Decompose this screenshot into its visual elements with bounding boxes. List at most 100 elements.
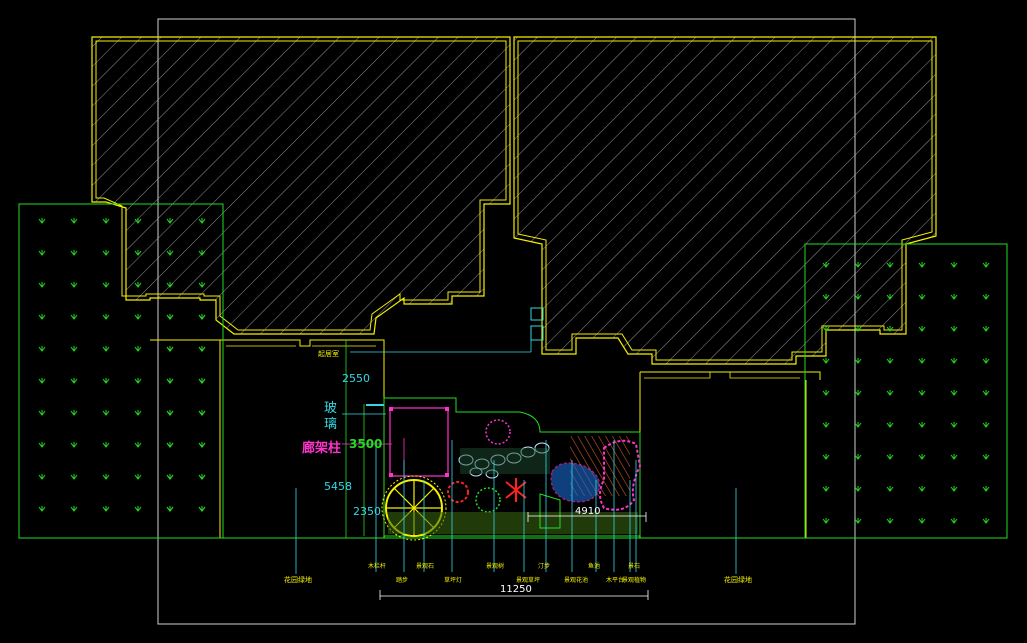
grass-symbol bbox=[134, 442, 142, 448]
grass-symbol bbox=[854, 454, 862, 460]
grass-symbol bbox=[982, 422, 990, 428]
grass-symbol bbox=[854, 518, 862, 524]
grass-symbol bbox=[70, 378, 78, 384]
shrub-red-2 bbox=[505, 478, 527, 502]
building-left-hatched bbox=[91, 36, 511, 335]
grass-symbol bbox=[70, 474, 78, 480]
grass-symbol bbox=[38, 314, 46, 320]
cad-drawing-canvas: 起居室 2550 玻 璃 廊架柱 3500 5458 2350 4910 112… bbox=[18, 18, 1008, 625]
lawn-right-label: 花园绿地 bbox=[724, 575, 752, 584]
grass-symbol bbox=[198, 410, 206, 416]
grass-symbol bbox=[38, 218, 46, 224]
grass-symbol bbox=[198, 506, 206, 512]
dim-4910: 4910 bbox=[575, 506, 600, 517]
grass-symbol bbox=[38, 442, 46, 448]
grass-symbol bbox=[886, 518, 894, 524]
grass-symbol bbox=[854, 358, 862, 364]
grass-symbol bbox=[102, 282, 110, 288]
grass-symbol bbox=[886, 486, 894, 492]
grass-symbol bbox=[102, 218, 110, 224]
grass-symbol bbox=[950, 518, 958, 524]
grass-symbol bbox=[982, 294, 990, 300]
dim-3500: 3500 bbox=[349, 437, 382, 451]
grass-symbol bbox=[38, 378, 46, 384]
grass-symbol bbox=[982, 454, 990, 460]
ground-cover-strip bbox=[388, 512, 638, 534]
grass-symbol bbox=[886, 390, 894, 396]
bottom-label: 景观花池 bbox=[564, 576, 588, 584]
grass-symbol bbox=[70, 346, 78, 352]
grass-symbol bbox=[950, 262, 958, 268]
grass-symbol bbox=[38, 346, 46, 352]
pergola-post-tr bbox=[445, 407, 449, 411]
grass-symbol bbox=[166, 442, 174, 448]
pergola-post-br bbox=[445, 473, 449, 477]
meter-box bbox=[530, 307, 544, 321]
shrub-red bbox=[447, 481, 469, 503]
meter-box-2 bbox=[530, 325, 544, 341]
building-right-hatched bbox=[513, 36, 937, 365]
shrub-green bbox=[475, 487, 501, 513]
grass-symbol bbox=[198, 346, 206, 352]
grass-symbol bbox=[854, 422, 862, 428]
grass-symbol bbox=[166, 346, 174, 352]
grass-symbol bbox=[166, 474, 174, 480]
grass-symbol bbox=[918, 390, 926, 396]
dim-5458: 5458 bbox=[324, 480, 352, 493]
grass-symbol bbox=[822, 518, 830, 524]
bottom-label: 景观植物 bbox=[622, 576, 646, 584]
grass-symbol bbox=[982, 262, 990, 268]
grass-symbol bbox=[950, 294, 958, 300]
glass-label-bottom: 璃 bbox=[324, 417, 337, 432]
grass-symbol bbox=[918, 262, 926, 268]
grass-symbol bbox=[134, 506, 142, 512]
bottom-label: 草坪灯 bbox=[444, 576, 462, 584]
glass-label-top: 玻 bbox=[324, 401, 337, 416]
grass-symbol bbox=[854, 486, 862, 492]
grass-symbol bbox=[38, 506, 46, 512]
grass-symbol bbox=[102, 346, 110, 352]
grass-symbol bbox=[166, 378, 174, 384]
bottom-label: 踏步 bbox=[396, 576, 408, 584]
entry-label: 起居室 bbox=[318, 349, 339, 358]
grass-symbol bbox=[70, 218, 78, 224]
grass-symbol bbox=[982, 518, 990, 524]
lawn-left-label: 花园绿地 bbox=[284, 575, 312, 584]
grass-symbol bbox=[886, 422, 894, 428]
grass-symbol bbox=[886, 358, 894, 364]
grass-symbol bbox=[38, 410, 46, 416]
grass-symbol bbox=[950, 454, 958, 460]
grass-symbol bbox=[918, 294, 926, 300]
pergola-post-bl bbox=[389, 473, 393, 477]
grass-symbol bbox=[102, 314, 110, 320]
grass-symbol bbox=[134, 346, 142, 352]
grass-symbol bbox=[134, 410, 142, 416]
bottom-label: 木栏杆 bbox=[368, 562, 386, 570]
grass-symbol bbox=[950, 326, 958, 332]
grass-symbol bbox=[134, 378, 142, 384]
dim-2550: 2550 bbox=[342, 372, 370, 385]
grass-symbol bbox=[918, 518, 926, 524]
grass-symbol bbox=[198, 474, 206, 480]
grass-symbol bbox=[102, 506, 110, 512]
bottom-label: 鱼池 bbox=[588, 562, 600, 570]
grass-symbol bbox=[198, 378, 206, 384]
grass-symbol bbox=[950, 358, 958, 364]
pergola-column-label: 廊架柱 bbox=[302, 440, 341, 456]
grass-symbol bbox=[822, 358, 830, 364]
grass-symbol bbox=[166, 314, 174, 320]
grass-symbol bbox=[134, 314, 142, 320]
bottom-label: 景石 bbox=[628, 563, 640, 570]
grass-symbol bbox=[918, 358, 926, 364]
grass-symbol bbox=[918, 486, 926, 492]
grass-symbol bbox=[822, 454, 830, 460]
pergola-post-tl bbox=[389, 407, 393, 411]
grass-symbol bbox=[982, 486, 990, 492]
bottom-label-row: 木栏杆踏步景观石草坪灯景观树景观草坪汀步景观花池鱼池木平台景石景观植物 bbox=[368, 562, 646, 584]
grass-symbol bbox=[38, 282, 46, 288]
grass-symbol bbox=[38, 474, 46, 480]
grass-symbol bbox=[854, 390, 862, 396]
grass-symbol bbox=[982, 358, 990, 364]
grass-symbol bbox=[70, 442, 78, 448]
grass-symbol bbox=[198, 314, 206, 320]
